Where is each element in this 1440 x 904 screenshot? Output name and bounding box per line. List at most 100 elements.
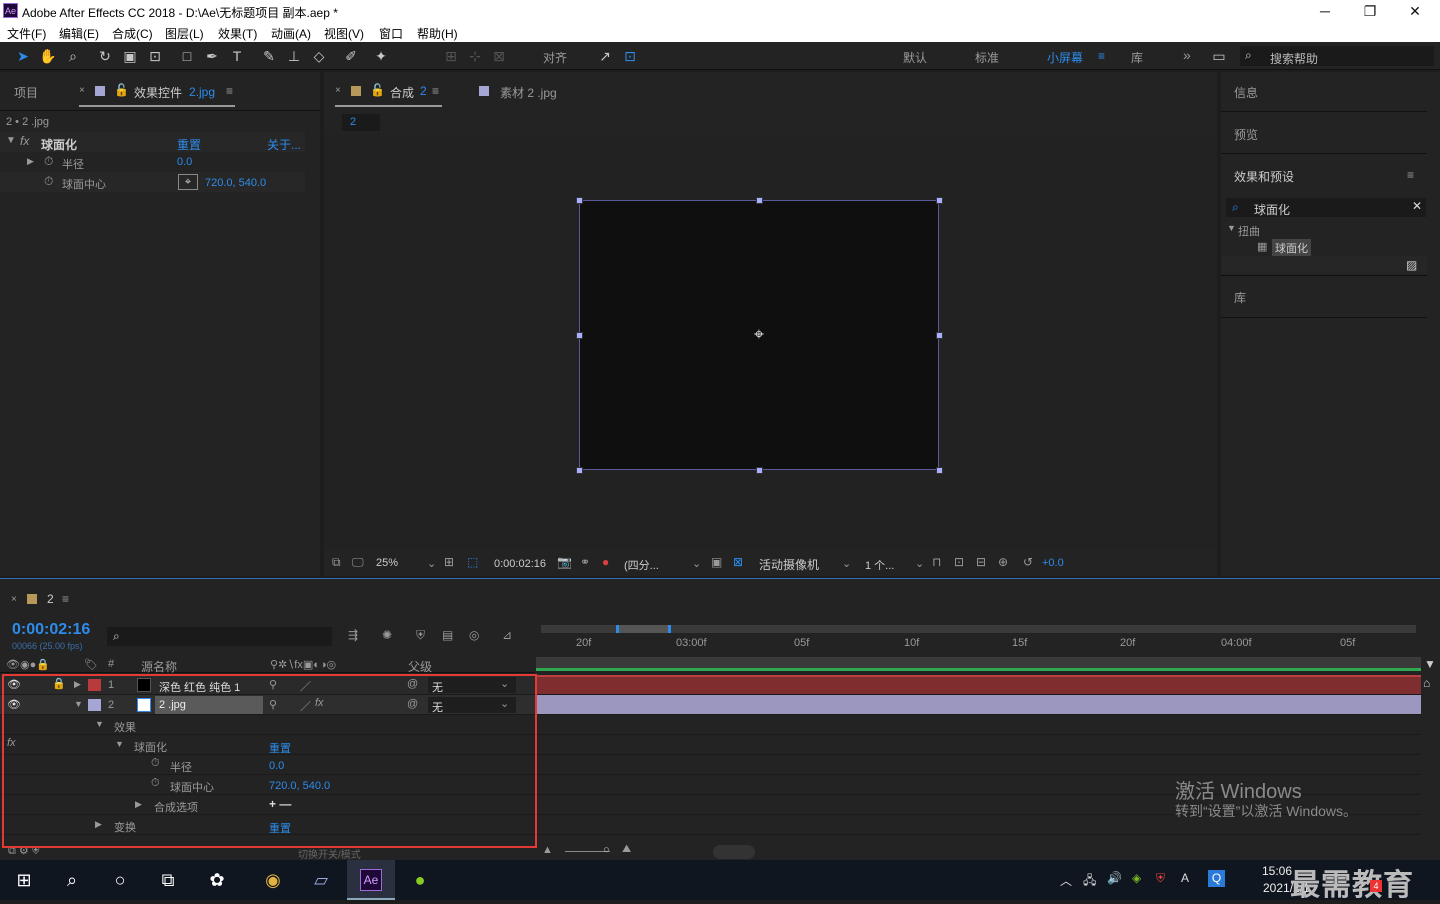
panel-menu-icon[interactable]: ≡ bbox=[62, 592, 69, 606]
workspace-standard[interactable]: 标准 bbox=[975, 49, 999, 66]
chrome-icon[interactable]: ◉ bbox=[257, 864, 289, 896]
view-axis-icon[interactable]: ⊠ bbox=[490, 47, 508, 65]
prop-radius-row[interactable]: ⏱ 半径 0.0 bbox=[0, 755, 535, 775]
effect-category[interactable]: 扭曲 bbox=[1238, 223, 1260, 239]
expand-triangle-icon[interactable]: ▼ bbox=[95, 719, 104, 729]
tab-footage[interactable]: 素材 2 .jpg bbox=[500, 84, 557, 101]
close-tab-icon[interactable]: × bbox=[335, 85, 341, 96]
prop-center-row[interactable]: ⏱ 球面中心 720.0, 540.0 bbox=[0, 775, 535, 795]
app-ball-icon[interactable]: ● bbox=[404, 864, 436, 896]
label-icon[interactable]: 🏷 bbox=[84, 658, 98, 671]
expand-triangle-icon[interactable]: ▼ bbox=[6, 135, 16, 146]
visibility-eye-icon[interactable]: 👁 bbox=[7, 678, 21, 691]
menu-file[interactable]: 文件(F) bbox=[7, 25, 46, 42]
label-color-swatch[interactable] bbox=[88, 699, 101, 711]
help-search-input[interactable]: ⌕ 搜索帮助 bbox=[1240, 46, 1434, 66]
lock-icon[interactable]: 🔓 bbox=[370, 83, 385, 97]
expand-triangle-icon[interactable]: ▼ bbox=[115, 739, 124, 749]
pick-whip-icon[interactable]: @ bbox=[407, 678, 418, 690]
fx-icon[interactable]: fx bbox=[7, 737, 16, 749]
menu-layer[interactable]: 图层(L) bbox=[165, 25, 204, 42]
brush-tool-icon[interactable]: ✎ bbox=[260, 47, 278, 65]
menu-animation[interactable]: 动画(A) bbox=[271, 25, 311, 42]
prop-center-value[interactable]: 720.0, 540.0 bbox=[205, 177, 266, 189]
transform-handle[interactable] bbox=[936, 332, 943, 339]
graph-editor-icon[interactable]: ⊿ bbox=[502, 628, 512, 642]
mask-visibility-icon[interactable]: ⬚ bbox=[467, 555, 478, 569]
layer-2-bar[interactable] bbox=[536, 695, 1421, 715]
parent-header[interactable]: 父级 bbox=[408, 658, 432, 675]
pan-behind-tool-icon[interactable]: ⊡ bbox=[146, 47, 164, 65]
timeline-icon[interactable]: ⊟ bbox=[976, 555, 986, 569]
taskbar-ae-button[interactable]: Ae bbox=[347, 860, 395, 900]
task-view-icon[interactable]: ⧉ bbox=[152, 864, 184, 896]
panel-menu-icon[interactable]: ≡ bbox=[432, 84, 439, 98]
expand-triangle-icon[interactable]: ▶ bbox=[135, 799, 142, 810]
chevron-down-icon[interactable]: ⌄ bbox=[842, 557, 851, 570]
panel-menu-icon[interactable]: ≡ bbox=[1407, 168, 1414, 182]
frame-blending-icon[interactable]: ▤ bbox=[442, 628, 453, 642]
minimize-button[interactable]: ─ bbox=[1302, 0, 1348, 22]
zoom-out-icon[interactable]: ▲ bbox=[542, 844, 553, 856]
lock-icon[interactable]: 🔒 bbox=[52, 677, 66, 690]
effect-row[interactable]: fx ▼ 球面化 重置 bbox=[0, 735, 535, 755]
shy-layers-icon[interactable]: ⛨ bbox=[416, 628, 425, 643]
clock-time[interactable]: 15:06 bbox=[1262, 864, 1292, 878]
transform-handle[interactable] bbox=[936, 197, 943, 204]
ime-indicator[interactable]: A bbox=[1181, 871, 1189, 885]
resolution-select[interactable]: (四分... bbox=[624, 557, 659, 573]
motion-blur-icon[interactable]: ◎ bbox=[469, 628, 479, 642]
timeline-tab[interactable]: 2 bbox=[47, 592, 54, 606]
snap-extend-icon[interactable]: ↗ bbox=[596, 47, 614, 65]
shy-switch-icon[interactable]: ⚲ bbox=[269, 678, 277, 691]
menu-edit[interactable]: 编辑(E) bbox=[59, 25, 99, 42]
effects-presets-tab[interactable]: 效果和预设 bbox=[1234, 168, 1294, 185]
expand-triangle-icon[interactable]: ▶ bbox=[74, 679, 81, 690]
app-pinwheel-icon[interactable]: ✿ bbox=[201, 864, 233, 896]
color-channels-icon[interactable]: ● bbox=[602, 555, 609, 569]
monitor-icon[interactable]: 🖵 bbox=[352, 555, 364, 570]
flowchart-icon[interactable]: ⊕ bbox=[998, 555, 1008, 569]
network-icon[interactable]: 🖧 bbox=[1083, 871, 1096, 892]
layer-search-input[interactable]: ⌕ bbox=[107, 627, 332, 646]
always-preview-icon[interactable]: ⧉ bbox=[332, 555, 341, 570]
expand-triangle-icon[interactable]: ▼ bbox=[1227, 223, 1236, 233]
chevron-down-icon[interactable]: ⌄ bbox=[427, 557, 436, 570]
tab-project[interactable]: 项目 bbox=[14, 84, 38, 101]
close-tab-icon[interactable]: × bbox=[79, 85, 85, 96]
transform-handle[interactable] bbox=[576, 467, 583, 474]
quality-switch-icon[interactable]: ／ bbox=[300, 698, 311, 714]
preview-panel-tab[interactable]: 预览 bbox=[1234, 126, 1258, 143]
zoom-slider-thumb[interactable]: ○ bbox=[603, 844, 610, 856]
pick-whip-icon[interactable]: @ bbox=[407, 698, 418, 710]
draft-3d-icon[interactable]: ✺ bbox=[382, 628, 392, 642]
security-icon[interactable]: ⛨ bbox=[1156, 871, 1165, 886]
stopwatch-icon[interactable]: ⏱ bbox=[44, 154, 53, 169]
transform-row[interactable]: ▶ 变换 重置 bbox=[0, 815, 535, 835]
volume-icon[interactable]: 🔊 bbox=[1107, 871, 1122, 885]
toggle-pixel-icon[interactable]: ⊓ bbox=[932, 555, 941, 569]
expand-triangle-icon[interactable]: ▶ bbox=[95, 819, 102, 830]
visibility-eye-icon[interactable]: 👁 bbox=[7, 698, 21, 711]
app-folder-icon[interactable]: ▱ bbox=[305, 864, 337, 896]
transparency-grid-icon[interactable]: ⊠ bbox=[733, 555, 743, 569]
timeline-navigator[interactable] bbox=[713, 845, 755, 859]
shy-switch-icon[interactable]: ⚲ bbox=[269, 698, 277, 711]
rotate-tool-icon[interactable]: ↻ bbox=[96, 47, 114, 65]
transform-handle[interactable] bbox=[576, 197, 583, 204]
selection-tool-icon[interactable]: ➤ bbox=[14, 47, 32, 65]
av-features-icon[interactable]: 👁◉●🔒 bbox=[6, 658, 50, 671]
tray-chevron-icon[interactable]: ︿ bbox=[1060, 872, 1072, 889]
menu-composition[interactable]: 合成(C) bbox=[112, 25, 153, 42]
layer-row-1[interactable]: 👁 🔒 ▶ 1 深色 红色 纯色 1 ⚲ ／ @ 无 ⌄ bbox=[0, 675, 535, 695]
effects-search-input[interactable]: ⌕ 球面化 ✕ bbox=[1226, 198, 1426, 217]
stopwatch-icon[interactable]: ⏱ bbox=[44, 174, 53, 189]
layer-switches-icon[interactable]: ⧉ ⚙ ⛨ bbox=[8, 844, 40, 858]
local-axis-icon[interactable]: ⊞ bbox=[442, 47, 460, 65]
hand-tool-icon[interactable]: ✋ bbox=[39, 47, 57, 65]
layer-name[interactable]: 深色 红色 纯色 1 bbox=[159, 679, 240, 695]
snap-target-icon[interactable]: ⊡ bbox=[621, 47, 639, 65]
zoom-in-icon[interactable]: ⛰ bbox=[622, 843, 631, 856]
clear-search-icon[interactable]: ✕ bbox=[1412, 199, 1422, 213]
expand-triangle-icon[interactable]: ▼ bbox=[74, 699, 83, 709]
